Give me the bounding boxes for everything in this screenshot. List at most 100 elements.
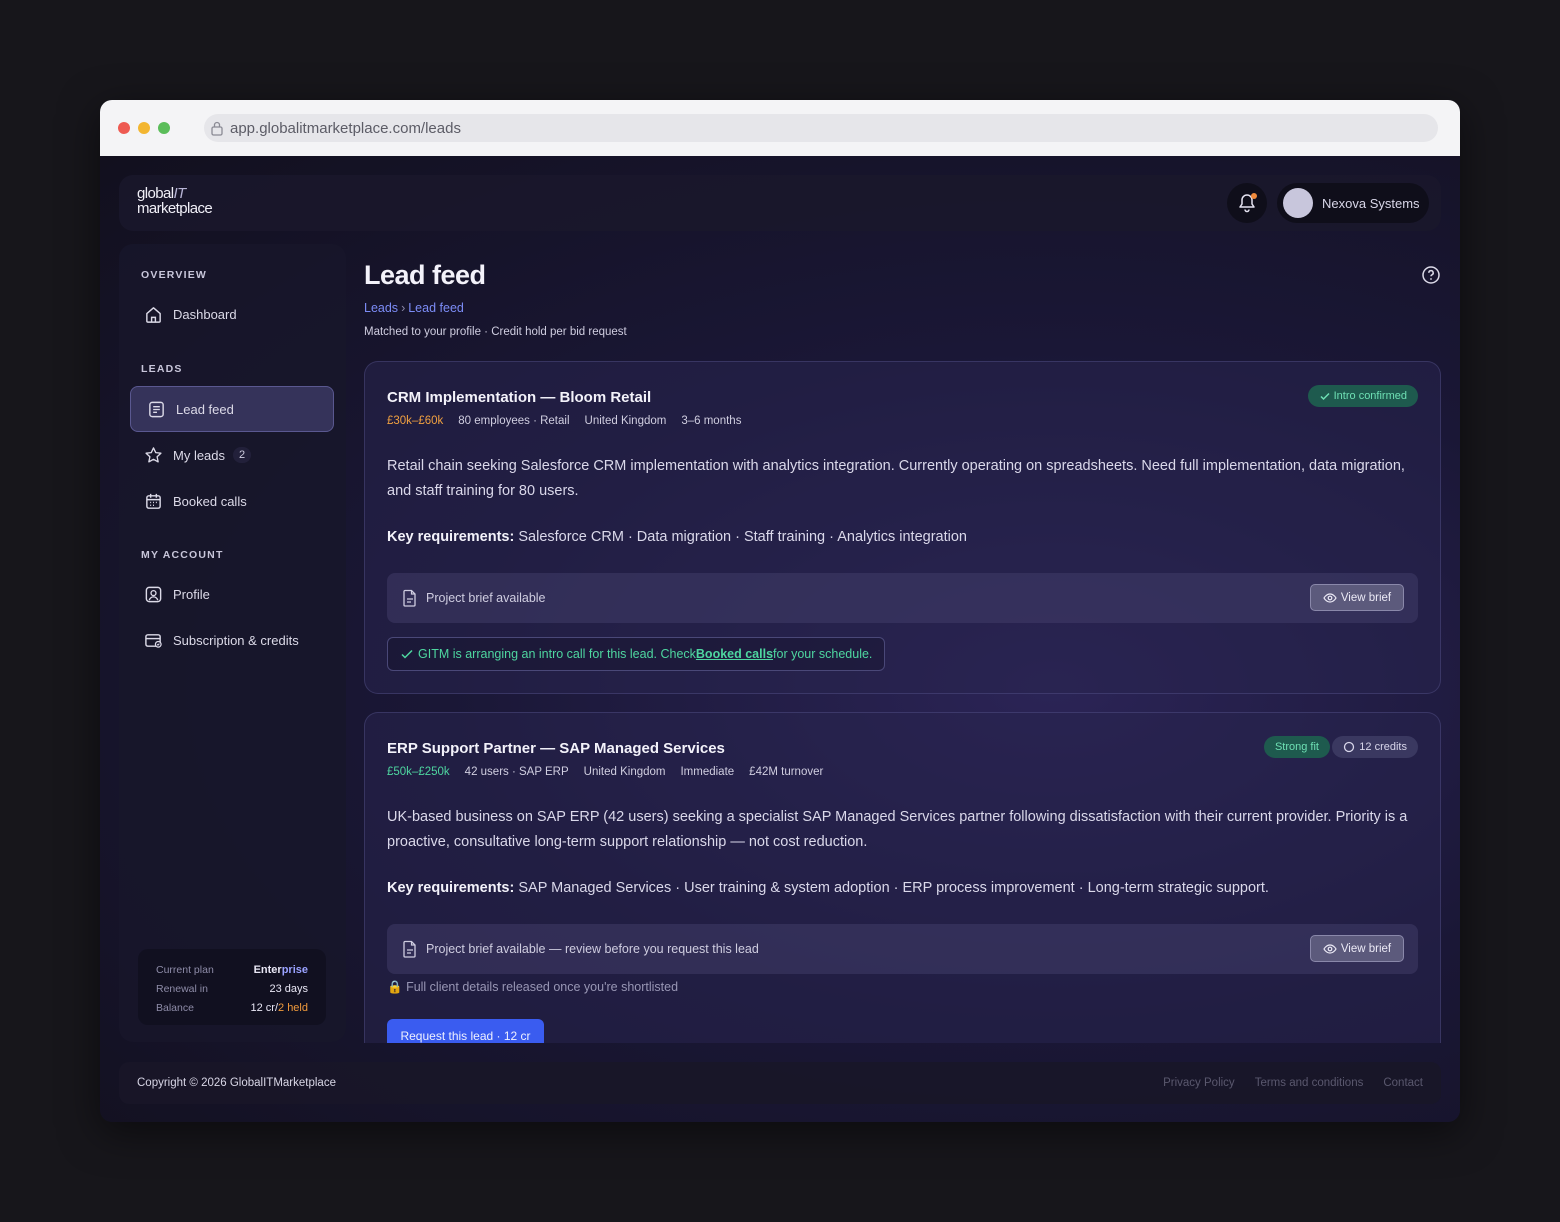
plan-value-a: Enter xyxy=(253,963,282,976)
coin-icon xyxy=(1344,741,1355,753)
intro-confirmed-badge: Intro confirmed xyxy=(1307,385,1418,407)
renewal-value: 23 days xyxy=(269,982,308,995)
request-lead-button[interactable]: Request this lead · 12 cr xyxy=(387,1019,544,1043)
lead-description: UK-based business on SAP ERP (42 users) … xyxy=(387,809,1408,850)
lead-meta-item: 80 employees · Retail xyxy=(458,415,570,427)
brief-label: Project brief available — review before … xyxy=(426,942,759,956)
user-icon xyxy=(145,586,162,602)
lead-budget: £30k–£60k xyxy=(387,415,444,427)
lead-meta-item: 3–6 months xyxy=(681,415,742,427)
browser-window: app.globalitmarketplace.com/leads global… xyxy=(100,100,1460,1122)
sidebar-item-label: Dashboard xyxy=(173,306,237,322)
sidebar-item-booked-calls[interactable]: Booked calls xyxy=(130,481,334,521)
lead-title: ERP Support Partner — SAP Managed Servic… xyxy=(387,740,725,757)
padlock-icon: 🔒 xyxy=(387,980,403,994)
sidebar-item-label: Booked calls xyxy=(173,493,247,509)
breadcrumb: Leads › Lead feed xyxy=(364,301,464,315)
lead-requirements: Key requirements: SAP Managed Services ·… xyxy=(387,880,1269,896)
breadcrumb-leads[interactable]: Leads xyxy=(364,301,398,315)
lead-meta: £30k–£60k 80 employees · Retail United K… xyxy=(387,415,741,427)
home-icon xyxy=(146,306,161,323)
sidebar-item-dashboard[interactable]: Dashboard xyxy=(130,294,334,334)
sidebar-item-label: Subscription & credits xyxy=(173,632,299,648)
contact-link[interactable]: Contact xyxy=(1383,1077,1423,1089)
lead-meta: £50k–£250k 42 users · SAP ERP United Kin… xyxy=(387,766,823,778)
lead-requirements: Key requirements: Salesforce CRM · Data … xyxy=(387,529,967,545)
lead-title: CRM Implementation — Bloom Retail xyxy=(387,389,652,406)
sidebar-item-subscription[interactable]: Subscription & credits xyxy=(130,620,334,660)
strong-fit-badge: Strong fit xyxy=(1263,736,1330,758)
lock-icon xyxy=(211,121,223,136)
renewal-label: Renewal in xyxy=(156,982,208,995)
balance-value: 12 cr/2 held xyxy=(251,1002,309,1014)
requirements-text: SAP Managed Services · User training & s… xyxy=(514,880,1269,896)
booked-calls-link[interactable]: Booked calls xyxy=(696,647,773,661)
feed-icon xyxy=(149,401,164,417)
sidebar-item-label: Profile xyxy=(173,586,210,602)
lead-card: ERP Support Partner — SAP Managed Servic… xyxy=(364,712,1441,1043)
plan-value-b: prise xyxy=(281,963,308,976)
view-brief-label: View brief xyxy=(1340,942,1392,955)
footer-links: Privacy Policy Terms and conditions Cont… xyxy=(1163,1077,1423,1089)
view-brief-button[interactable]: View brief xyxy=(1310,584,1404,611)
sidebar-section-leads: LEADS xyxy=(141,363,183,375)
sidebar-section-my-account: MY ACCOUNT xyxy=(141,549,224,561)
my-leads-count-badge: 2 xyxy=(233,447,252,463)
sidebar: OVERVIEW Dashboard LEADS Lead feed My le… xyxy=(119,244,346,1042)
credit-card-icon xyxy=(145,633,162,648)
browser-chrome: app.globalitmarketplace.com/leads xyxy=(100,100,1460,156)
logo-text-marketplace: marketplace xyxy=(137,200,213,217)
main-content: Lead feed Leads › Lead feed Matched to you… xyxy=(364,156,1441,1043)
maximize-window-dot[interactable] xyxy=(158,122,170,134)
plan-summary: Current plan Enterprise Renewal in 23 da… xyxy=(138,949,326,1025)
copyright: Copyright © 2026 GlobalITMarketplace xyxy=(137,1077,336,1089)
page-subtitle: Matched to your profile · Credit hold pe… xyxy=(364,326,627,338)
breadcrumb-lead-feed[interactable]: Lead feed xyxy=(408,301,464,315)
check-icon xyxy=(1320,392,1330,401)
terms-link[interactable]: Terms and conditions xyxy=(1255,1077,1364,1089)
app-root: globalIT marketplace Nexova Systems OVER… xyxy=(100,156,1460,1122)
credits-label: 12 credits xyxy=(1359,741,1407,753)
document-icon xyxy=(403,589,416,607)
shortlist-note: 🔒 Full client details released once you'… xyxy=(387,980,678,995)
document-icon xyxy=(403,940,416,958)
brand-logo[interactable]: globalIT marketplace xyxy=(137,186,213,217)
requirements-label: Key requirements: xyxy=(387,880,515,896)
sidebar-item-profile[interactable]: Profile xyxy=(130,574,334,614)
star-icon xyxy=(145,446,162,463)
lead-meta-item: Immediate xyxy=(680,766,735,778)
plan-label: Current plan xyxy=(156,963,214,976)
lead-description: Retail chain seeking Salesforce CRM impl… xyxy=(387,458,1405,499)
address-bar[interactable]: app.globalitmarketplace.com/leads xyxy=(204,114,1438,142)
lead-meta-item: £42M turnover xyxy=(749,766,824,778)
notice-text-end: for your schedule. xyxy=(773,647,873,661)
eye-icon xyxy=(1323,943,1337,954)
sidebar-item-lead-feed[interactable]: Lead feed xyxy=(130,386,334,432)
view-brief-label: View brief xyxy=(1340,591,1392,604)
sidebar-item-my-leads[interactable]: My leads 2 xyxy=(130,435,334,475)
balance-held: 2 held xyxy=(278,1001,308,1014)
minimize-window-dot[interactable] xyxy=(138,122,150,134)
balance-credits: 12 cr/ xyxy=(250,1001,279,1014)
privacy-policy-link[interactable]: Privacy Policy xyxy=(1163,1077,1235,1089)
check-icon xyxy=(401,649,413,659)
help-icon[interactable] xyxy=(1421,265,1441,285)
breadcrumb-separator: › xyxy=(401,301,406,315)
footer: Copyright © 2026 GlobalITMarketplace Pri… xyxy=(119,1062,1441,1104)
eye-icon xyxy=(1323,592,1337,603)
url-text: app.globalitmarketplace.com/leads xyxy=(230,119,461,137)
badge-label: Intro confirmed xyxy=(1333,390,1407,402)
balance-label: Balance xyxy=(156,1001,194,1014)
brief-label: Project brief available xyxy=(426,591,546,605)
shortlist-note-text: Full client details released once you're… xyxy=(406,980,679,994)
close-window-dot[interactable] xyxy=(118,122,130,134)
project-brief-bar: Project brief available View brief xyxy=(387,573,1418,623)
requirements-text: Salesforce CRM · Data migration · Staff … xyxy=(514,529,967,545)
notice-text: GITM is arranging an intro call for this… xyxy=(418,647,696,661)
sidebar-section-overview: OVERVIEW xyxy=(141,269,208,281)
plan-value: Enterprise xyxy=(254,964,308,976)
lead-card: CRM Implementation — Bloom Retail Intro … xyxy=(364,361,1441,694)
requirements-label: Key requirements: xyxy=(387,529,515,545)
view-brief-button[interactable]: View brief xyxy=(1310,935,1404,962)
lead-budget: £50k–£250k xyxy=(387,766,450,778)
